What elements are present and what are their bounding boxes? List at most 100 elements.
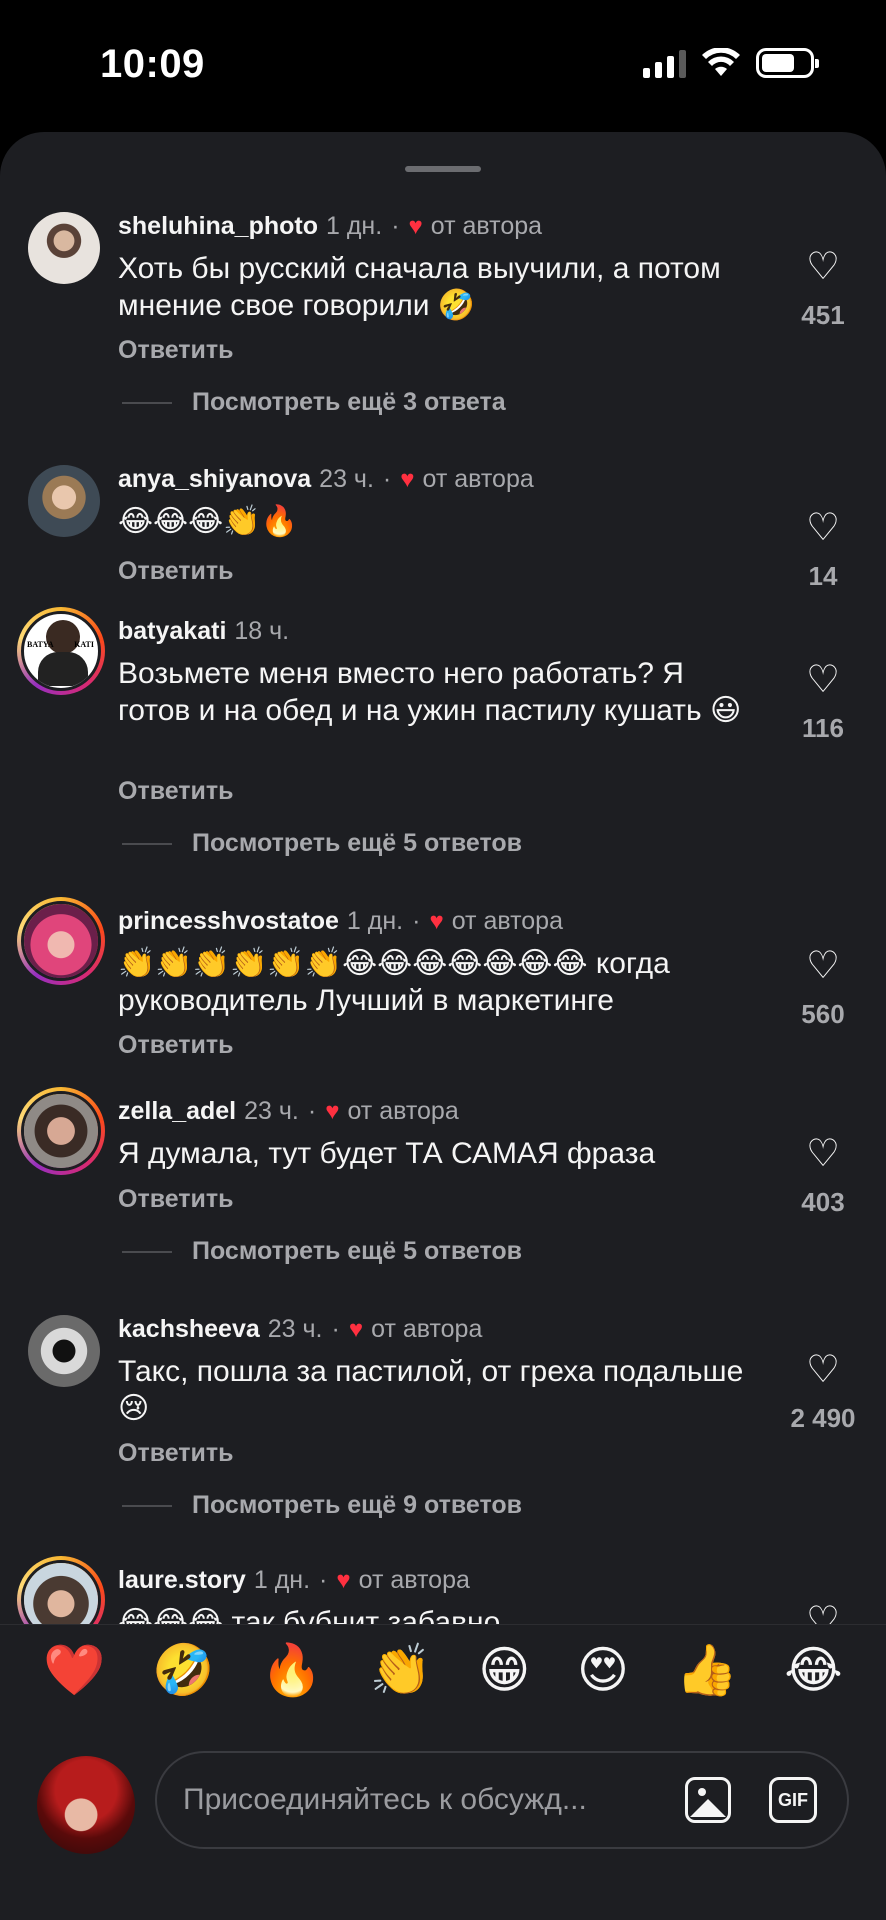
like-button[interactable]: ♡ 403 <box>790 1135 856 1218</box>
reaction-heart-eyes[interactable]: 😍 <box>577 1642 629 1698</box>
username[interactable]: batyakati <box>118 617 226 646</box>
reply-button[interactable]: Ответить <box>118 1031 234 1060</box>
author-badge: от автора <box>451 907 563 935</box>
comment-text: 😂😂😂👏🔥 <box>118 505 298 538</box>
reaction-tears-of-joy[interactable]: 😂 <box>784 1642 842 1698</box>
view-more-replies[interactable]: Посмотреть ещё 3 ответа <box>122 388 506 417</box>
comment-meta: batyakati 18 ч. <box>118 617 289 646</box>
author-badge: от автора <box>430 212 543 240</box>
view-more-replies[interactable]: Посмотреть ещё 5 ответов <box>122 1237 522 1266</box>
reply-button[interactable]: Ответить <box>118 1439 234 1468</box>
comments-sheet: sheluhina_photo 1 дн. · ♥ от автора Хоть… <box>0 132 886 1920</box>
comment-text: Хоть бы русский сначала выучили, а потом… <box>118 252 721 322</box>
like-button[interactable]: ♡ 14 <box>790 509 856 592</box>
avatar-with-story-ring[interactable] <box>17 897 105 985</box>
comment-time: 23 ч. <box>319 465 374 493</box>
view-more-replies[interactable]: Посмотреть ещё 5 ответов <box>122 829 522 858</box>
view-more-replies-label: Посмотреть ещё 9 ответов <box>192 1491 523 1519</box>
avatar[interactable] <box>28 465 100 537</box>
like-button[interactable]: ♡ 116 <box>790 661 856 744</box>
author-heart-icon: ♥ <box>408 212 423 240</box>
separator-dot: · <box>412 907 421 935</box>
status-icons <box>643 48 819 78</box>
divider-line <box>122 1250 172 1253</box>
username[interactable]: sheluhina_photo <box>118 212 318 241</box>
battery-icon <box>756 48 819 78</box>
like-button[interactable]: ♡ 451 <box>790 248 856 331</box>
gif-button[interactable]: GIF <box>769 1777 817 1823</box>
reaction-thumbs-up[interactable]: 👍 <box>675 1642 737 1698</box>
reaction-fire[interactable]: 🔥 <box>261 1642 323 1698</box>
reply-button[interactable]: Ответить <box>118 336 234 365</box>
avatar[interactable] <box>28 212 100 284</box>
avatar-with-story-ring[interactable] <box>17 1087 105 1175</box>
avatar-logo-text-right: KATI <box>74 640 94 649</box>
author-badge: от автора <box>358 1566 470 1594</box>
reaction-rofl[interactable]: 🤣 <box>152 1642 214 1698</box>
author-badge: от автора <box>371 1315 483 1343</box>
reaction-heart[interactable]: ❤️ <box>43 1642 105 1698</box>
author-heart-icon: ♥ <box>348 1315 364 1343</box>
reaction-grin[interactable]: 😁 <box>478 1642 530 1698</box>
username[interactable]: laure.story <box>118 1566 246 1595</box>
avatar-with-story-ring[interactable]: BATYA KATI <box>17 607 105 695</box>
comments-list[interactable]: sheluhina_photo 1 дн. · ♥ от автора Хоть… <box>0 132 886 1624</box>
reaction-clap[interactable]: 👏 <box>369 1642 431 1698</box>
like-count: 14 <box>808 561 838 591</box>
like-count: 560 <box>801 999 845 1029</box>
comment-text: Я думала, тут будет ТА САМАЯ фраза <box>118 1137 656 1170</box>
author-heart-icon: ♥ <box>429 907 444 935</box>
comment-meta: sheluhina_photo 1 дн. · ♥ от автора <box>118 212 542 241</box>
separator-dot: · <box>382 465 392 493</box>
username[interactable]: anya_shiyanova <box>118 465 311 494</box>
reply-button[interactable]: Ответить <box>118 557 234 586</box>
wifi-icon <box>702 48 740 76</box>
like-button[interactable]: ♡ <box>790 1602 856 1624</box>
status-time: 10:09 <box>100 42 205 86</box>
like-count: 451 <box>801 300 845 330</box>
avatar-logo-text-left: BATYA <box>27 640 54 649</box>
comment-time: 18 ч. <box>234 617 290 645</box>
status-bar: 10:09 <box>0 0 886 130</box>
comment-input-placeholder[interactable]: Присоединяйтесь к обсужд... <box>183 1783 587 1817</box>
comment-text: Такс, пошла за пастилой, от греха подаль… <box>118 1355 744 1425</box>
heart-outline-icon[interactable]: ♡ <box>790 661 856 699</box>
author-badge: от автора <box>347 1097 459 1125</box>
username[interactable]: princesshvostatoe <box>118 907 339 936</box>
comment-meta: anya_shiyanova 23 ч. · ♥ от автора <box>118 465 534 494</box>
reply-button[interactable]: Ответить <box>118 1185 234 1214</box>
avatar-with-story-ring[interactable] <box>17 1556 105 1624</box>
avatar[interactable] <box>28 1315 100 1387</box>
username[interactable]: zella_adel <box>118 1097 236 1126</box>
divider-line <box>122 401 172 404</box>
divider-line <box>122 842 172 845</box>
heart-outline-icon[interactable]: ♡ <box>790 1135 856 1173</box>
view-more-replies[interactable]: Посмотреть ещё 9 ответов <box>122 1491 522 1520</box>
quick-reactions-bar: ❤️ 🤣 🔥 👏 😁 😍 👍 😂 <box>0 1624 886 1714</box>
separator-dot: · <box>331 1315 340 1343</box>
comment-meta: kachsheeva 23 ч. · ♥ от автора <box>118 1315 482 1344</box>
view-more-replies-label: Посмотреть ещё 3 ответа <box>192 388 506 416</box>
reply-button[interactable]: Ответить <box>118 777 234 806</box>
comment-meta: princesshvostatoe 1 дн. · ♥ от автора <box>118 907 563 936</box>
heart-outline-icon[interactable]: ♡ <box>790 248 856 286</box>
comment-text: 😂😂😂 так бубнит забавно <box>118 1606 501 1624</box>
comment-time: 23 ч. <box>244 1097 299 1125</box>
heart-outline-icon[interactable]: ♡ <box>790 947 856 985</box>
comment-time: 1 дн. <box>253 1566 311 1594</box>
comment-input[interactable]: Присоединяйтесь к обсужд... GIF <box>155 1751 849 1849</box>
heart-outline-icon[interactable]: ♡ <box>790 1602 856 1624</box>
view-more-replies-label: Посмотреть ещё 5 ответов <box>192 1237 523 1265</box>
username[interactable]: kachsheeva <box>118 1315 260 1344</box>
heart-outline-icon[interactable]: ♡ <box>790 509 856 547</box>
comment-time: 23 ч. <box>267 1315 323 1343</box>
like-count: 116 <box>802 713 844 743</box>
like-button[interactable]: ♡ 560 <box>790 947 856 1030</box>
current-user-avatar <box>37 1756 135 1854</box>
like-count: 2 490 <box>790 1403 856 1433</box>
like-button[interactable]: ♡ 2 490 <box>776 1351 870 1434</box>
image-icon[interactable] <box>685 1777 731 1823</box>
comment-text: Возьмете меня вместо него работать? Я го… <box>118 657 742 727</box>
comment-input-row: Присоединяйтесь к обсужд... GIF <box>0 1714 886 1920</box>
heart-outline-icon[interactable]: ♡ <box>776 1351 870 1389</box>
